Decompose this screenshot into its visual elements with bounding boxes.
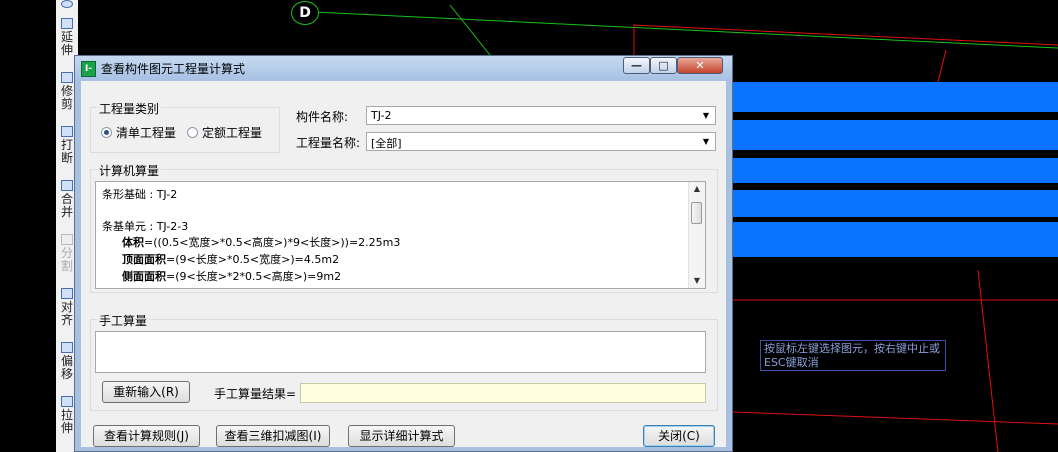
grid-line <box>977 269 999 452</box>
radio-dot <box>187 127 198 138</box>
grid-line <box>732 411 1058 425</box>
component-name-label: 构件名称: <box>296 110 349 124</box>
grid-line <box>937 49 947 83</box>
radio-quota-quantity[interactable]: 定额工程量 <box>187 124 262 141</box>
extend-icon <box>61 18 73 29</box>
offset-icon <box>61 342 73 353</box>
trim-tool[interactable]: 修剪 <box>59 72 75 111</box>
show-detail-button[interactable]: 显示详细计算式 <box>348 425 455 447</box>
status-hint: 按鼠标左键选择图元，按右键中止或ESC键取消 <box>760 340 946 371</box>
manual-result-label: 手工算量结果= <box>214 387 297 401</box>
calc-line: 条形基础 : TJ-2 <box>102 188 178 201</box>
trim-icon <box>61 72 73 83</box>
axis-line <box>449 4 491 56</box>
component-name-select[interactable]: TJ-2 ▼ <box>366 106 716 125</box>
foundation-strip[interactable] <box>733 190 1058 217</box>
split-icon <box>61 234 73 245</box>
axis-label-bubble: D <box>291 1 319 25</box>
chevron-down-icon: ▼ <box>702 137 710 146</box>
stretch-icon <box>61 396 73 407</box>
foundation-strip[interactable] <box>733 222 1058 257</box>
quantity-name-label: 工程量名称: <box>296 136 361 150</box>
minimize-icon: — <box>631 59 642 72</box>
extend-tool[interactable]: 延伸 <box>59 18 75 57</box>
calc-formula-dialog: I- 查看构件图元工程量计算式 — □ ✕ 工程量类别 清单工程量 定额工程量 … <box>74 55 733 452</box>
manual-calc-input[interactable] <box>95 331 706 373</box>
reenter-button[interactable]: 重新输入(R) <box>102 381 190 403</box>
maximize-icon: □ <box>658 59 669 72</box>
quantity-type-label: 工程量类别 <box>97 100 162 117</box>
scroll-up-icon[interactable]: ▲ <box>689 182 705 196</box>
align-tool[interactable]: 对齐 <box>59 288 75 327</box>
close-window-button[interactable]: ✕ <box>677 57 723 74</box>
break-tool[interactable]: 打断 <box>59 126 75 165</box>
app-icon: I- <box>81 61 96 77</box>
break-icon <box>61 126 73 137</box>
align-icon <box>61 288 73 299</box>
view-3d-button[interactable]: 查看三维扣减图(I) <box>216 425 330 447</box>
dialog-title: 查看构件图元工程量计算式 <box>101 62 246 76</box>
computer-calc-textarea[interactable]: 条形基础 : TJ-2 条基单元 : TJ-2-3 体积=((0.5<宽度>*0… <box>95 181 706 289</box>
toolbar-top-icon[interactable] <box>59 0 75 10</box>
calc-line: 条基单元 : TJ-2-3 <box>102 220 189 233</box>
quantity-type-group: 工程量类别 清单工程量 定额工程量 <box>90 100 280 153</box>
dialog-titlebar[interactable]: I- 查看构件图元工程量计算式 — □ ✕ <box>75 56 732 80</box>
dialog-body: 工程量类别 清单工程量 定额工程量 构件名称: TJ-2 ▼ 工程量名称: [全… <box>81 81 726 447</box>
scroll-down-icon[interactable]: ▼ <box>689 274 705 288</box>
offset-tool[interactable]: 偏移 <box>59 342 75 381</box>
split-tool[interactable]: 分割 <box>59 234 75 273</box>
calc-line: 顶面面积=(9<长度>*0.5<宽度>)=4.5m2 <box>122 253 340 266</box>
axis-line <box>313 11 1058 49</box>
manual-result-field[interactable] <box>300 383 706 403</box>
computer-calc-label: 计算机算量 <box>97 162 162 179</box>
radio-dot <box>101 127 112 138</box>
foundation-strip[interactable] <box>733 120 1058 150</box>
calc-line: 侧面面积=(9<长度>*2*0.5<高度>)=9m2 <box>122 270 342 283</box>
calc-line: 体积=((0.5<宽度>*0.5<高度>)*9<长度>))=2.25m3 <box>122 236 401 249</box>
foundation-strip[interactable] <box>733 82 1058 112</box>
grid-line <box>632 24 1058 46</box>
merge-tool[interactable]: 合并 <box>59 180 75 219</box>
close-button[interactable]: 关闭(C) <box>643 425 715 447</box>
chevron-down-icon: ▼ <box>702 111 710 120</box>
foundation-strip[interactable] <box>733 158 1058 183</box>
scroll-thumb[interactable] <box>691 202 702 224</box>
vertical-scrollbar[interactable]: ▲ ▼ <box>688 182 705 288</box>
radio-bill-quantity[interactable]: 清单工程量 <box>101 124 176 141</box>
merge-icon <box>61 180 73 191</box>
close-icon: ✕ <box>695 59 705 72</box>
maximize-button[interactable]: □ <box>650 57 677 74</box>
view-rules-button[interactable]: 查看计算规则(J) <box>93 425 200 447</box>
manual-calc-label: 手工算量 <box>97 312 150 329</box>
quantity-name-select[interactable]: [全部] ▼ <box>366 132 716 151</box>
stretch-tool[interactable]: 拉伸 <box>59 396 75 435</box>
minimize-button[interactable]: — <box>623 57 650 74</box>
